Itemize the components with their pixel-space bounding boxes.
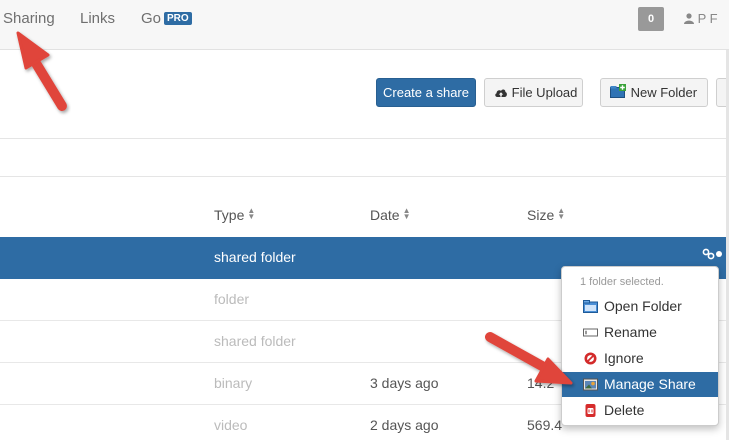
nav-go-label: Go [141, 10, 162, 27]
column-header-size[interactable]: Size ▲ ▼ [527, 206, 566, 224]
sort-icon: ▲ ▼ [402, 206, 411, 221]
create-share-button[interactable]: Create a share [376, 78, 476, 107]
cell-type: shared folder [214, 333, 296, 349]
menu-item-delete[interactable]: Delete [562, 398, 718, 423]
column-header-size-label: Size [527, 207, 555, 223]
manage-share-icon [583, 378, 598, 391]
pro-badge: PRO [164, 12, 192, 25]
cell-date: 3 days ago [370, 375, 439, 391]
menu-item-manage-share[interactable]: Manage Share [562, 372, 718, 397]
cell-size: 569.4 [527, 417, 563, 433]
cell-type: video [214, 417, 248, 433]
ignore-icon [584, 352, 597, 365]
cell-date: 2 days ago [370, 417, 439, 433]
menu-item-label: Ignore [604, 350, 644, 366]
selection-count: 1 folder selected. [580, 276, 664, 288]
user-initials: P F [697, 11, 718, 26]
delete-icon [585, 404, 596, 417]
column-header-date-label: Date [370, 207, 400, 223]
menu-item-label: Manage Share [604, 376, 696, 392]
menu-item-ignore[interactable]: Ignore [562, 346, 718, 371]
nav-go[interactable]: Go PRO [141, 10, 192, 27]
column-header-type[interactable]: Type ▲ ▼ [214, 206, 256, 224]
divider [0, 176, 729, 177]
menu-item-rename[interactable]: Rename [562, 320, 718, 345]
new-folder-label: New Folder [630, 85, 698, 100]
sort-icon: ▲ ▼ [247, 206, 256, 221]
menu-item-open-folder[interactable]: Open Folder [562, 294, 718, 319]
share-link-icon[interactable] [702, 248, 722, 263]
sort-icon: ▲ ▼ [557, 206, 566, 221]
file-upload-label: File Upload [511, 85, 578, 100]
top-nav: Sharing Links Go PRO 0 P F [0, 0, 729, 50]
user-menu[interactable]: P F [684, 11, 718, 26]
new-folder-button[interactable]: New Folder [600, 78, 708, 107]
menu-item-label: Rename [604, 324, 657, 340]
divider [0, 138, 729, 139]
file-upload-button[interactable]: File Upload [484, 78, 583, 107]
nav-sharing[interactable]: Sharing [3, 10, 55, 27]
new-folder-icon [610, 84, 626, 98]
cloud-upload-icon [495, 89, 507, 97]
nav-links[interactable]: Links [80, 10, 115, 27]
column-header-date[interactable]: Date ▲ ▼ [370, 206, 411, 224]
user-icon [684, 13, 694, 24]
notification-count-badge[interactable]: 0 [638, 7, 664, 31]
context-menu: 1 folder selected. Open Folder Rename Ig… [561, 266, 719, 426]
cell-size: 14.2 [527, 375, 555, 391]
cell-type: shared folder [214, 249, 296, 265]
column-header-type-label: Type [214, 207, 245, 223]
menu-item-label: Open Folder [604, 298, 682, 314]
rename-icon [583, 328, 598, 337]
folder-icon [583, 300, 598, 313]
menu-item-label: Delete [604, 402, 645, 418]
cell-type: binary [214, 375, 253, 391]
cell-type: folder [214, 291, 250, 307]
